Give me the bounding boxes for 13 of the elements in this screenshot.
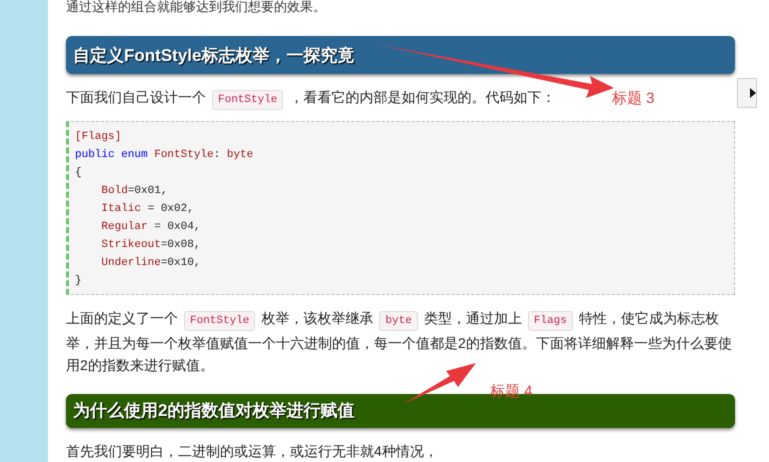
inline-code: byte bbox=[379, 311, 418, 331]
arrow-icon bbox=[750, 88, 756, 98]
inline-code: FontStyle bbox=[212, 90, 284, 110]
paragraph: 首先我们要明白，二进制的或运算，或运行无非就4种情况， bbox=[66, 442, 438, 461]
paragraph: 通过这样的组合就能够达到我们想要的效果。 bbox=[66, 0, 326, 16]
side-button[interactable] bbox=[737, 78, 757, 108]
section-heading: 自定义FontStyle标志枚举，一探究竟 bbox=[66, 36, 735, 74]
inline-code: Flags bbox=[528, 311, 573, 331]
paragraph: 上面的定义了一个 FontStyle 枚举，该枚举继承 byte 类型，通过加上 Flags 特性，使它成为标志枚举，并且为每一个枚举值赋值一个十六进制的值，每一个值都是2的指数值。下面将详细解释一些为什么要使用2的指数来进行赋值。 bbox=[66, 309, 733, 375]
annotation-label: 标题 3 bbox=[612, 89, 655, 109]
code-block: [Flags] public enum FontStyle: byte { Bold=0x01, Italic = 0x02, Regular = 0x04, Strikeout=0x08, Underline=0x10, } bbox=[66, 121, 735, 295]
inline-code: FontStyle bbox=[184, 311, 256, 331]
paragraph: 下面我们自己设计一个 FontStyle ，看看它的内部是如何实现的。代码如下： bbox=[66, 86, 556, 111]
